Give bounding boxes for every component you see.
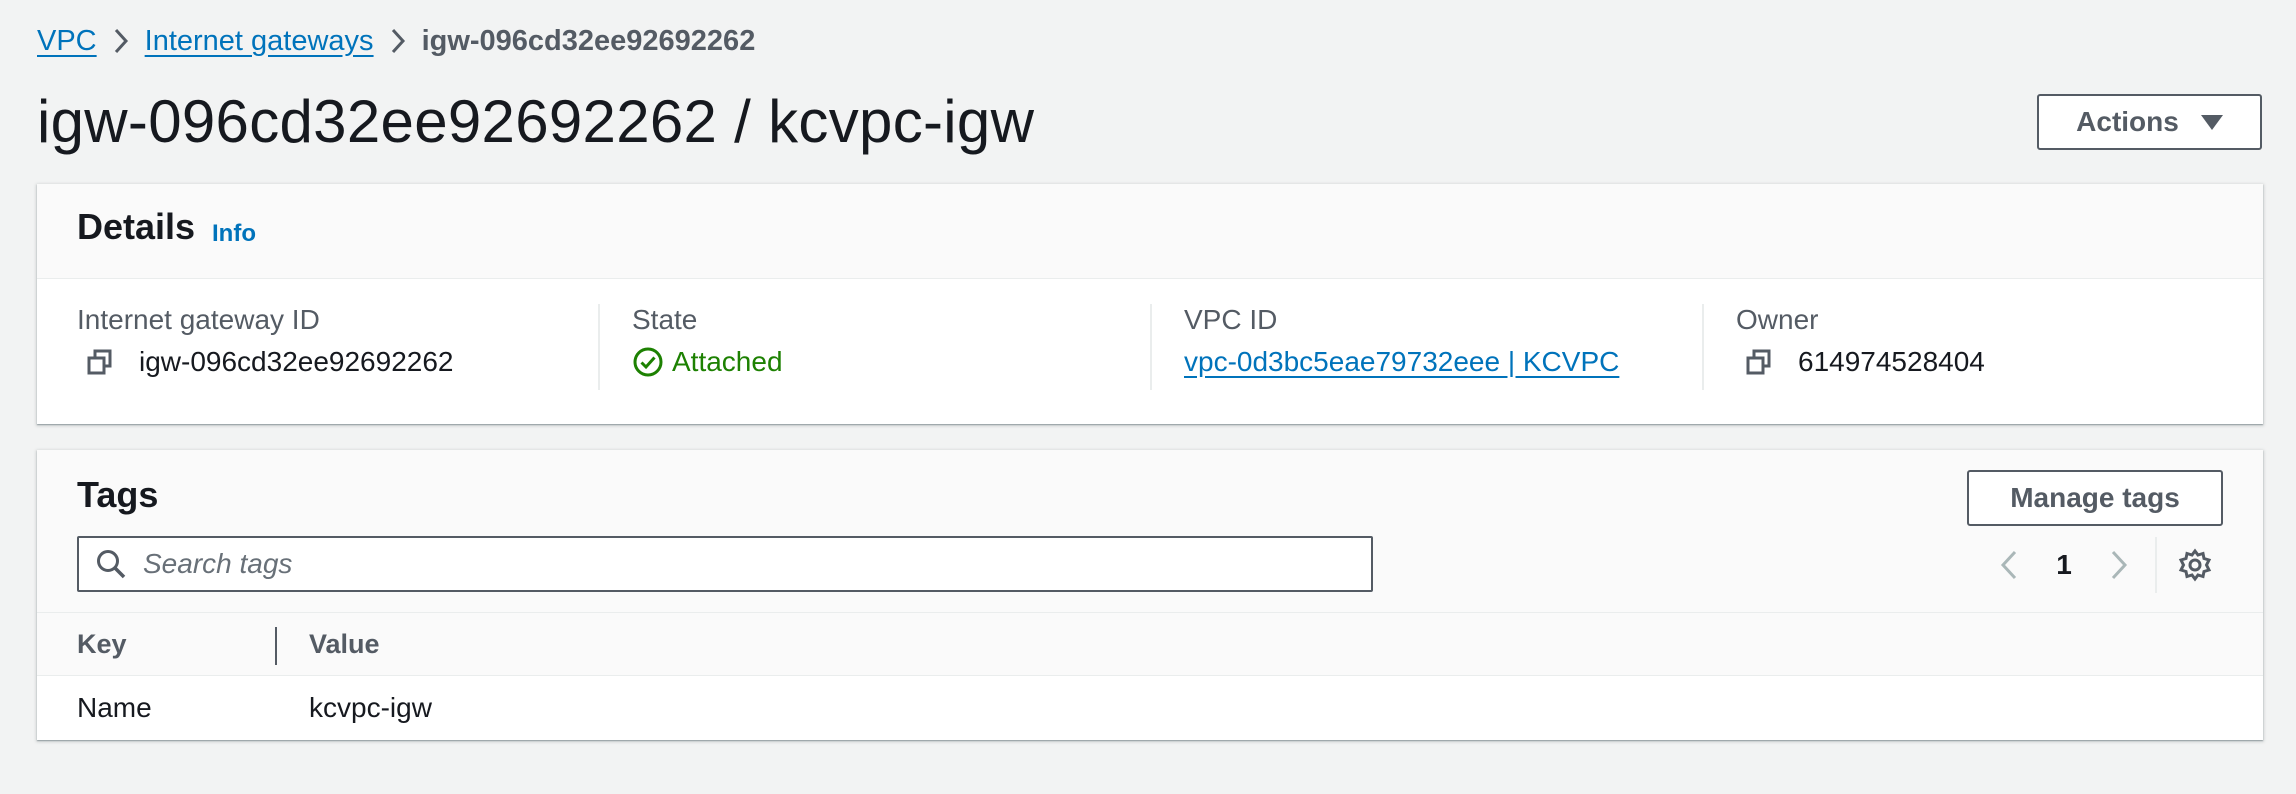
pagination: 1 — [1987, 537, 2219, 593]
tag-value-cell: kcvpc-igw — [309, 692, 432, 723]
table-row: Name kcvpc-igw — [37, 676, 2263, 740]
search-tags-input[interactable] — [141, 547, 1345, 581]
owner-field: Owner 614974528404 — [1736, 302, 1985, 396]
owner-value: 614974528404 — [1798, 346, 1985, 377]
info-link[interactable]: Info — [212, 220, 256, 248]
column-header-key[interactable]: Key — [77, 613, 127, 675]
tags-panel: Tags Manage tags 1 — [37, 450, 2263, 740]
actions-button-label: Actions — [2076, 106, 2179, 137]
breadcrumb-current: igw-096cd32ee92692262 — [421, 24, 756, 57]
column-header-value[interactable]: Value — [309, 613, 380, 675]
search-tags-field[interactable] — [77, 536, 1373, 592]
state-field: State Attached — [632, 302, 783, 396]
search-icon — [95, 548, 127, 580]
tags-title: Tags — [77, 474, 159, 515]
column-divider — [598, 304, 600, 390]
breadcrumb-vpc-link[interactable]: VPC — [37, 25, 97, 58]
chevron-right-icon — [374, 28, 422, 54]
state-value: Attached — [672, 346, 783, 377]
actions-button[interactable]: Actions — [2037, 94, 2262, 150]
column-resizer[interactable] — [275, 627, 277, 665]
details-title: Details — [77, 206, 196, 247]
tags-table-header: Key Value — [37, 613, 2263, 676]
tags-panel-header: Tags Manage tags 1 — [37, 450, 2263, 613]
copy-icon[interactable] — [85, 347, 115, 377]
copy-icon[interactable] — [1744, 347, 1774, 377]
chevron-left-icon[interactable] — [1987, 543, 2031, 587]
manage-tags-button[interactable]: Manage tags — [1967, 470, 2223, 526]
owner-label: Owner — [1736, 304, 1819, 335]
vpc-id-link[interactable]: vpc-0d3bc5eae79732eee | KCVPC — [1184, 344, 1619, 380]
vpc-id-label: VPC ID — [1184, 304, 1278, 335]
caret-down-icon — [2200, 114, 2223, 130]
internet-gateway-id-value: igw-096cd32ee92692262 — [139, 346, 454, 377]
check-circle-icon — [632, 346, 664, 378]
column-divider — [1150, 304, 1152, 390]
chevron-right-icon — [97, 28, 145, 54]
breadcrumb: VPC Internet gateways igw-096cd32ee92692… — [37, 22, 755, 60]
vpc-id-field: VPC ID vpc-0d3bc5eae79732eee | KCVPC — [1184, 302, 1619, 396]
breadcrumb-internet-gateways-link[interactable]: Internet gateways — [145, 25, 374, 58]
tag-key-cell: Name — [77, 692, 152, 723]
page-number[interactable]: 1 — [2031, 549, 2097, 581]
details-panel: Details Info Internet gateway ID igw-096… — [37, 184, 2263, 424]
internet-gateway-id-field: Internet gateway ID igw-096cd32ee9269226… — [77, 302, 454, 396]
details-panel-header: Details Info — [37, 184, 2263, 279]
page-title: igw-096cd32ee92692262 / kcvpc-igw — [37, 88, 1035, 155]
pagination-divider — [2155, 537, 2157, 593]
column-divider — [1702, 304, 1704, 390]
state-label: State — [632, 304, 698, 335]
internet-gateway-id-label: Internet gateway ID — [77, 304, 320, 335]
gear-icon[interactable] — [2171, 541, 2219, 589]
chevron-right-icon[interactable] — [2097, 543, 2141, 587]
